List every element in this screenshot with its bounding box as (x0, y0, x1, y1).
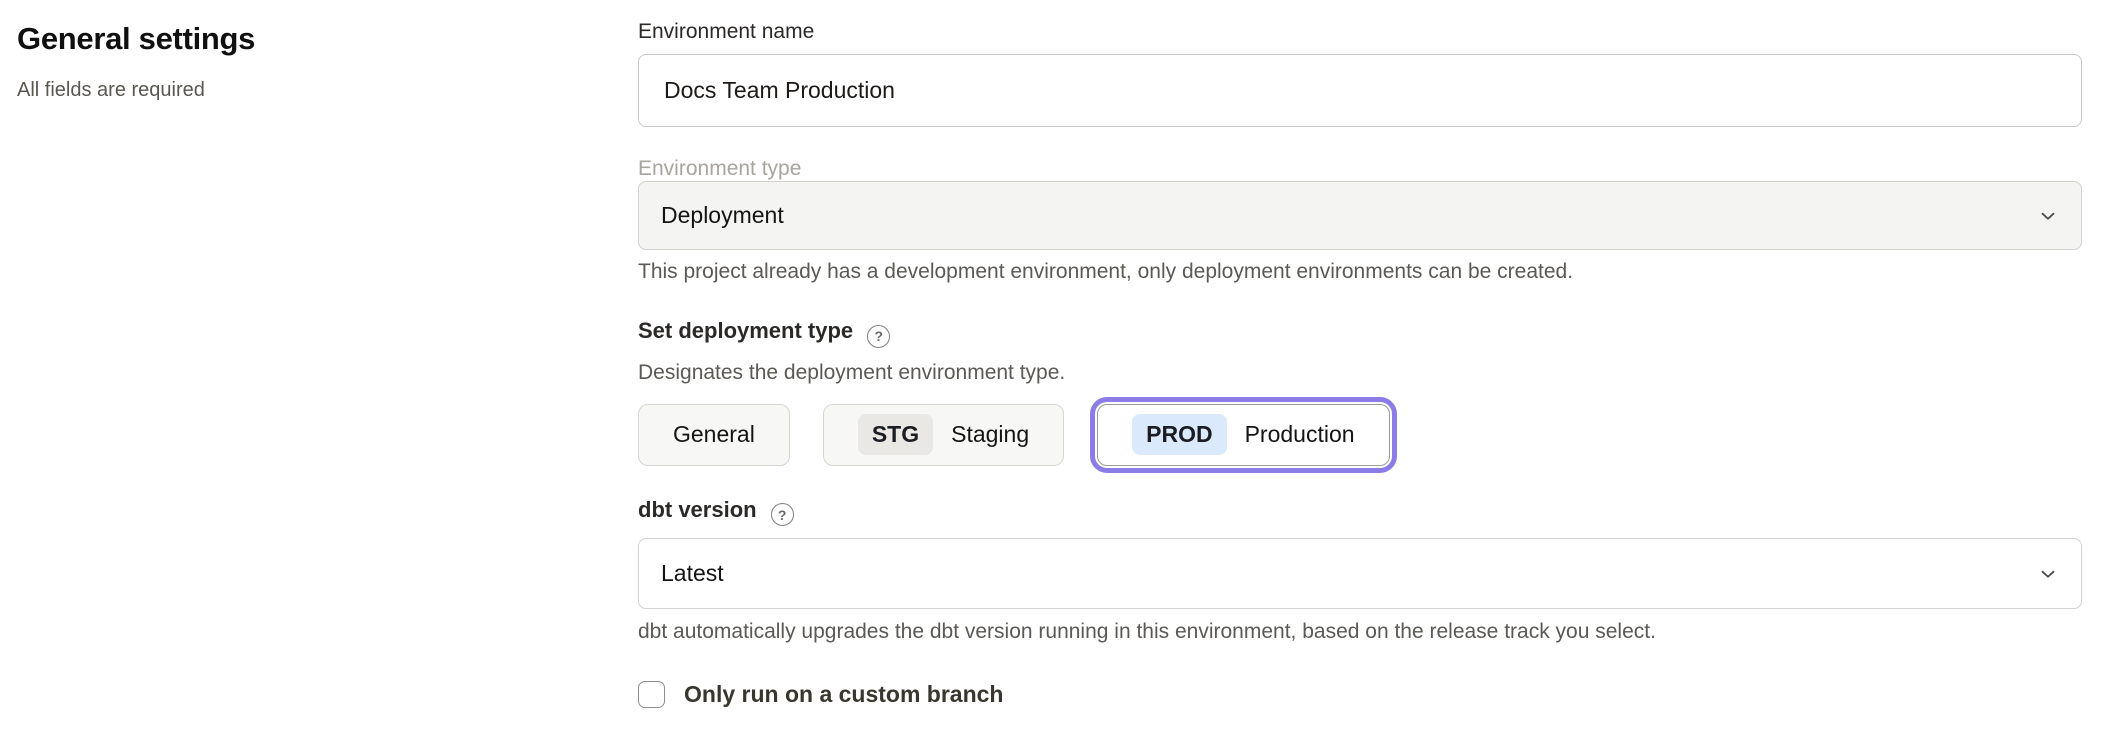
dbt-version-helper: dbt automatically upgrades the dbt versi… (638, 620, 2082, 644)
deployment-type-label: Set deployment type ? (638, 318, 2082, 348)
general-settings-page: General settings All fields are required… (0, 0, 2110, 742)
deployment-type-production-button[interactable]: PROD Production (1097, 404, 1389, 466)
deployment-type-general-label: General (673, 421, 755, 448)
deployment-type-staging-label: Staging (951, 421, 1029, 448)
page-subtitle: All fields are required (17, 78, 577, 102)
deployment-type-label-text: Set deployment type (638, 318, 853, 343)
environment-type-label: Environment type (638, 157, 2082, 181)
general-settings-form: Environment name Environment type Deploy… (638, 20, 2082, 708)
deployment-type-production-label: Production (1245, 421, 1355, 448)
chevron-down-icon (2037, 205, 2059, 227)
dbt-version-value: Latest (661, 560, 724, 587)
settings-intro: General settings All fields are required (17, 20, 577, 102)
custom-branch-checkbox[interactable] (638, 681, 665, 708)
custom-branch-row: Only run on a custom branch (638, 681, 2082, 708)
deployment-type-options: General STG Staging PROD Production (638, 404, 2082, 466)
environment-type-value: Deployment (661, 202, 784, 229)
page-title: General settings (17, 20, 577, 58)
environment-name-label: Environment name (638, 20, 2082, 44)
dbt-version-select[interactable]: Latest (638, 538, 2082, 609)
environment-type-select[interactable]: Deployment (638, 181, 2082, 250)
dbt-version-label: dbt version ? (638, 497, 2082, 527)
help-circle-icon[interactable]: ? (771, 503, 794, 526)
environment-name-input[interactable] (638, 54, 2082, 127)
help-circle-icon[interactable]: ? (867, 325, 890, 348)
staging-badge: STG (858, 414, 933, 455)
deployment-type-general-button[interactable]: General (638, 404, 790, 466)
custom-branch-label[interactable]: Only run on a custom branch (684, 681, 1003, 708)
environment-type-helper: This project already has a development e… (638, 260, 2082, 284)
chevron-down-icon (2037, 563, 2059, 585)
dbt-version-label-text: dbt version (638, 497, 757, 522)
deployment-type-description: Designates the deployment environment ty… (638, 361, 2082, 385)
production-badge: PROD (1132, 414, 1226, 455)
deployment-type-staging-button[interactable]: STG Staging (823, 404, 1064, 466)
